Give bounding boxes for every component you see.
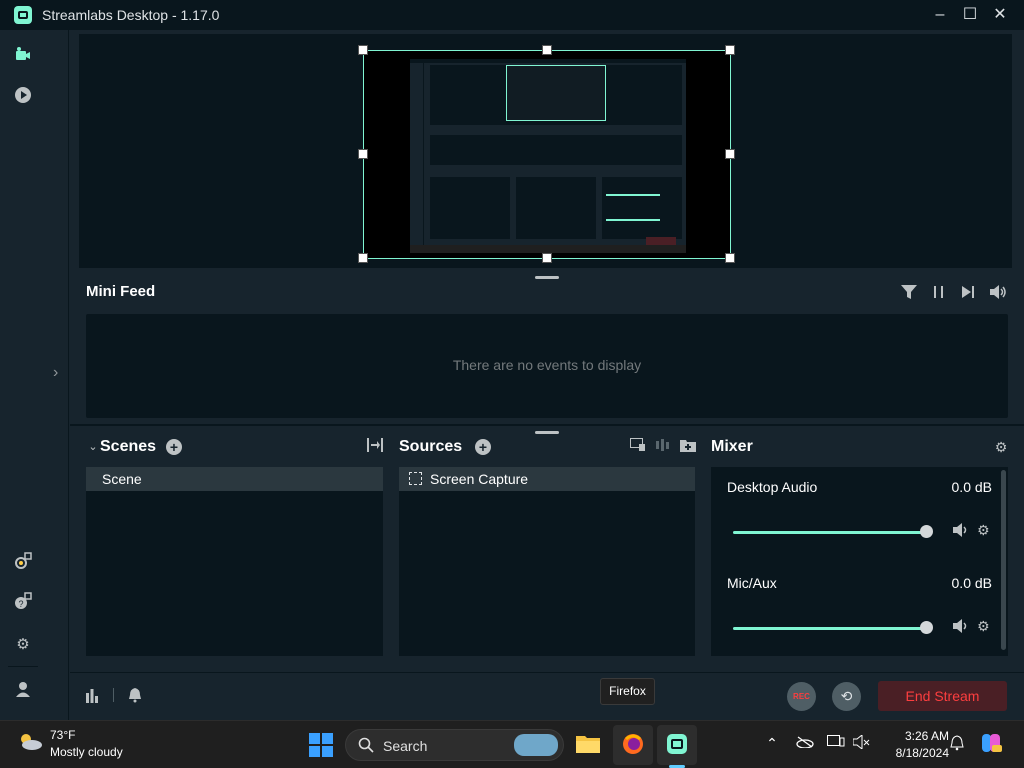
user-icon[interactable] xyxy=(14,680,32,698)
resize-handle-br[interactable] xyxy=(725,253,735,263)
end-stream-button[interactable]: End Stream xyxy=(878,681,1007,711)
mixer-scrollbar[interactable] xyxy=(1001,470,1006,650)
play-circle-icon[interactable] xyxy=(14,86,32,104)
filter-icon[interactable] xyxy=(901,285,917,302)
maximize-button[interactable]: ☐ xyxy=(959,4,981,26)
file-explorer-icon[interactable] xyxy=(576,733,600,757)
apps-link-icon[interactable] xyxy=(14,552,32,570)
resize-handle-bl[interactable] xyxy=(358,253,368,263)
clock-date[interactable]: 8/18/2024 xyxy=(893,746,949,760)
streamlabs-logo-icon xyxy=(14,6,32,24)
close-button[interactable]: ✕ xyxy=(989,4,1011,26)
feed-empty-message: There are no events to display xyxy=(452,357,642,373)
mic-aux-label: Mic/Aux xyxy=(727,575,777,591)
scene-transitions-icon[interactable] xyxy=(366,438,384,456)
mixer-title: Mixer xyxy=(711,438,753,455)
resize-handle-tr[interactable] xyxy=(725,45,735,55)
screen-capture-frame[interactable] xyxy=(363,50,731,259)
search-icon xyxy=(358,737,374,758)
skip-next-icon[interactable] xyxy=(961,285,975,302)
cloudy-weather-icon[interactable] xyxy=(17,731,43,757)
mic-aux-slider-knob[interactable] xyxy=(920,621,933,634)
mini-feed-box: There are no events to display xyxy=(86,314,1008,418)
source-audio-icon[interactable] xyxy=(654,438,672,456)
title-bar: Streamlabs Desktop - 1.17.0 – ☐ ✕ xyxy=(0,0,1024,30)
pause-icon[interactable] xyxy=(932,285,946,302)
panel-separator xyxy=(70,424,1024,426)
volume-icon[interactable] xyxy=(990,285,1008,302)
clock-time[interactable]: 3:26 AM xyxy=(893,729,949,743)
weather-desc[interactable]: Mostly cloudy xyxy=(50,745,123,759)
scene-item-label: Scene xyxy=(102,471,142,487)
panels-resize-bar[interactable] xyxy=(535,431,559,434)
replay-buffer-button[interactable]: ⟲ xyxy=(832,682,861,711)
rec-button[interactable]: REC xyxy=(787,682,816,711)
speaker-muted-icon[interactable] xyxy=(852,733,872,752)
minimize-button[interactable]: – xyxy=(929,4,951,26)
streamlabs-taskbar-icon[interactable] xyxy=(665,733,689,757)
windows-taskbar: 73°F Mostly cloudy Search ⌃ 3:26 AM 8/18… xyxy=(0,720,1024,768)
preview-resize-bar[interactable] xyxy=(535,276,559,279)
weather-temp[interactable]: 73°F xyxy=(50,728,75,742)
screen-capture-icon xyxy=(409,472,422,485)
taskbar-search[interactable]: Search xyxy=(345,729,564,761)
resize-handle-mr[interactable] xyxy=(725,149,735,159)
chevron-right-icon[interactable]: › xyxy=(53,364,58,382)
chevron-up-icon[interactable]: ⌃ xyxy=(762,735,782,752)
source-item[interactable]: Screen Capture xyxy=(399,467,695,491)
scenes-list: Scene xyxy=(86,467,383,656)
add-source-button[interactable]: + xyxy=(475,439,491,455)
notification-bell-icon[interactable] xyxy=(947,735,967,754)
mic-aux-gear-icon[interactable]: ⚙ xyxy=(977,618,990,635)
desktop-audio-volume-icon[interactable] xyxy=(953,523,969,540)
streamlabs-app: Streamlabs Desktop - 1.17.0 – ☐ ✕ ? ⚙ › xyxy=(0,0,1024,720)
resize-handle-tc[interactable] xyxy=(542,45,552,55)
copilot-icon[interactable] xyxy=(980,731,1002,758)
scenes-title: Scenes xyxy=(100,438,157,455)
desktop-audio-label: Desktop Audio xyxy=(727,479,818,495)
help-link-icon[interactable]: ? xyxy=(14,592,32,610)
window-title: Streamlabs Desktop - 1.17.0 xyxy=(42,7,220,23)
desktop-audio-slider-knob[interactable] xyxy=(920,525,933,538)
left-nav: ? ⚙ xyxy=(0,30,46,720)
resize-handle-ml[interactable] xyxy=(358,149,368,159)
editor-camera-icon[interactable] xyxy=(14,46,32,64)
mini-feed-title: Mini Feed xyxy=(86,283,156,300)
desktop-audio-gear-icon[interactable]: ⚙ xyxy=(977,522,990,539)
windows-start-icon[interactable] xyxy=(309,733,333,757)
svg-text:?: ? xyxy=(18,599,23,609)
stats-bar-chart-icon[interactable] xyxy=(85,687,99,708)
desktop-audio-db: 0.0 dB xyxy=(951,479,992,495)
mixer-panel: Desktop Audio 0.0 dB ⚙ Mic/Aux 0.0 dB ⚙ xyxy=(711,467,1008,656)
search-highlight-image-icon xyxy=(514,734,558,756)
onedrive-cloud-icon[interactable] xyxy=(795,735,815,751)
resize-handle-bc[interactable] xyxy=(542,253,552,263)
mic-aux-volume-icon[interactable] xyxy=(953,619,969,636)
scene-item[interactable]: Scene xyxy=(86,467,383,491)
footer-separator xyxy=(70,672,1024,673)
nested-preview-screen xyxy=(410,59,686,253)
sources-list: Screen Capture xyxy=(399,467,695,656)
settings-gear-icon[interactable]: ⚙ xyxy=(14,636,32,654)
notification-bell-icon[interactable] xyxy=(128,687,142,708)
sources-title: Sources xyxy=(399,438,463,455)
mic-aux-slider[interactable] xyxy=(733,627,931,630)
mixer-settings-icon[interactable]: ⚙ xyxy=(992,438,1010,456)
search-label: Search xyxy=(383,738,428,754)
display-network-icon[interactable] xyxy=(826,735,846,752)
nav-divider xyxy=(68,30,69,720)
mic-aux-db: 0.0 dB xyxy=(951,575,992,591)
source-display-icon[interactable] xyxy=(629,438,647,456)
add-folder-icon[interactable] xyxy=(679,438,697,456)
desktop-audio-slider[interactable] xyxy=(733,531,931,534)
resize-handle-tl[interactable] xyxy=(358,45,368,55)
firefox-tooltip: Firefox xyxy=(600,678,655,705)
add-scene-button[interactable]: + xyxy=(166,439,182,455)
firefox-icon[interactable] xyxy=(621,733,645,757)
